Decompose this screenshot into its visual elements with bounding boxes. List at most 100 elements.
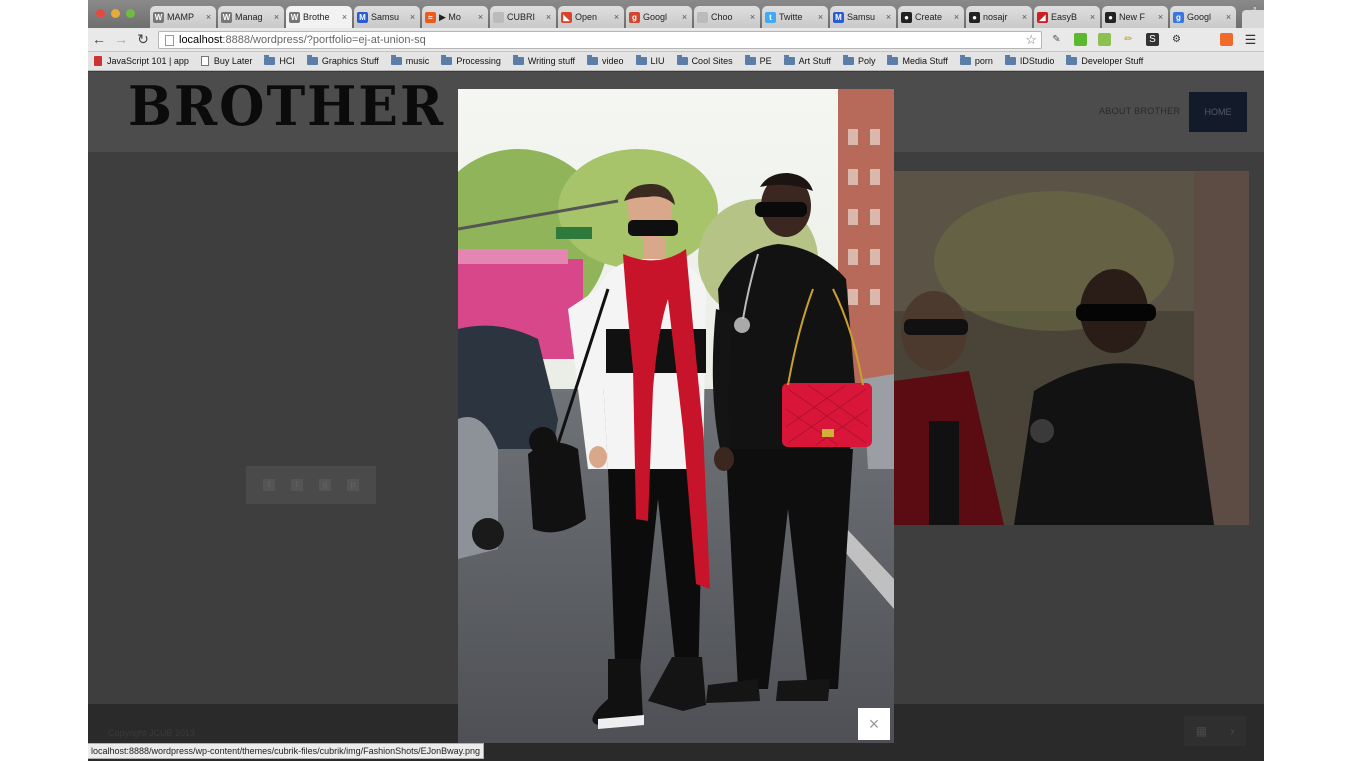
tab-title: ▶ Mo — [439, 11, 461, 22]
tab-title: Samsu — [847, 12, 876, 22]
browser-tab[interactable]: ● nosajr × — [966, 6, 1032, 28]
bookmark-item[interactable]: video — [587, 55, 624, 66]
twitter-share-icon[interactable]: t — [291, 479, 303, 491]
browser-tab[interactable]: g Googl × — [626, 6, 692, 28]
browser-tab[interactable]: ◣ Open × — [558, 6, 624, 28]
tab-close-icon[interactable]: × — [816, 12, 825, 22]
eyedropper-icon[interactable]: ✎ — [1050, 33, 1063, 46]
reload-icon[interactable]: ↻ — [135, 31, 151, 47]
tab-title: Choo — [711, 12, 733, 22]
bookmark-item[interactable]: Developer Stuff — [1066, 55, 1143, 66]
browser-tab[interactable]: W Manag × — [218, 6, 284, 28]
pinterest-share-icon[interactable]: p — [347, 479, 359, 491]
tab-close-icon[interactable]: × — [204, 12, 213, 22]
minimize-window-icon[interactable] — [111, 9, 120, 18]
nav-home-link[interactable]: HOME — [1189, 92, 1247, 132]
soundcloud-icon: ≈ — [425, 11, 436, 23]
bookmark-item[interactable]: LIU — [635, 55, 665, 66]
bookmark-label: IDStudio — [1019, 56, 1055, 66]
page-icon — [493, 11, 504, 23]
status-bar: localhost:8888/wordpress/wp-content/them… — [88, 743, 485, 759]
tab-close-icon[interactable]: × — [1224, 12, 1233, 22]
bookmark-label: LIU — [650, 56, 665, 66]
tab-close-icon[interactable]: × — [476, 12, 485, 22]
nav-about-link[interactable]: ABOUT BROTHER — [1099, 106, 1180, 116]
tab-close-icon[interactable]: × — [612, 12, 621, 22]
tab-title: Manag — [235, 12, 263, 22]
bookmark-star-icon[interactable]: ☆ — [1025, 32, 1037, 48]
folder-icon — [676, 55, 688, 65]
bookmark-item[interactable]: porn — [959, 55, 993, 66]
browser-tab[interactable]: ● New F × — [1102, 6, 1168, 28]
bookmark-item[interactable]: HCI — [264, 55, 295, 66]
browser-tab[interactable]: t Twitte × — [762, 6, 828, 28]
tab-close-icon[interactable]: × — [1088, 12, 1097, 22]
tab-close-icon[interactable]: × — [1156, 12, 1165, 22]
tab-close-icon[interactable]: × — [1020, 12, 1029, 22]
bookmark-item[interactable]: Poly — [842, 55, 875, 66]
lightbox-image[interactable] — [458, 89, 894, 743]
forward-icon[interactable]: → — [113, 31, 129, 47]
gear-icon[interactable]: ⚙ — [1170, 33, 1183, 46]
next-icon[interactable]: › — [1230, 724, 1234, 738]
browser-tab[interactable]: M Samsu × — [830, 6, 896, 28]
bookmark-item[interactable]: PE — [744, 55, 772, 66]
facebook-share-icon[interactable]: f — [263, 479, 275, 491]
bookmark-item[interactable]: Processing — [441, 55, 501, 66]
battery-icon[interactable] — [1098, 33, 1111, 46]
evernote-icon[interactable] — [1074, 33, 1087, 46]
address-bar[interactable]: localhost:8888/wordpress/?portfolio=ej-a… — [158, 31, 1042, 49]
bookmark-item[interactable]: Art Stuff — [783, 55, 831, 66]
maximize-window-icon[interactable] — [126, 9, 135, 18]
s-extension-icon[interactable]: S — [1146, 33, 1159, 46]
browser-tab[interactable]: Choo × — [694, 6, 760, 28]
back-icon[interactable]: ← — [91, 31, 107, 47]
google-icon: g — [1173, 11, 1184, 23]
close-window-icon[interactable] — [96, 9, 105, 18]
bookmark-item[interactable]: Buy Later — [200, 56, 252, 66]
browser-tab[interactable]: ≈ ▶ Mo × — [422, 6, 488, 28]
bookmark-extension-icon[interactable] — [1220, 33, 1233, 46]
browser-tab[interactable]: ● Create × — [898, 6, 964, 28]
grid-icon[interactable]: ▦ — [1196, 724, 1207, 738]
bookmark-label: Processing — [456, 56, 501, 66]
folder-icon — [264, 55, 276, 65]
twitter-icon: t — [765, 11, 776, 23]
bookmark-item[interactable]: Writing stuff — [512, 55, 575, 66]
lightbox-close-button[interactable]: × — [858, 708, 890, 740]
bookmark-item[interactable]: Graphics Stuff — [306, 55, 379, 66]
bookmark-item[interactable]: Cool Sites — [676, 55, 733, 66]
fullscreen-icon[interactable]: ⤢ — [1248, 6, 1256, 17]
tab-title: Create — [915, 12, 943, 22]
github-icon: ● — [1105, 11, 1116, 23]
bookmark-item[interactable]: IDStudio — [1004, 55, 1055, 66]
url-text[interactable]: localhost:8888/wordpress/?portfolio=ej-a… — [179, 32, 426, 48]
bookmark-item[interactable]: music — [390, 55, 429, 66]
bookmark-item[interactable]: JavaScript 101 | app — [94, 56, 189, 66]
browser-tab[interactable]: CUBRI × — [490, 6, 556, 28]
site-logo[interactable]: BROTHER — [128, 74, 445, 138]
tab-close-icon[interactable]: × — [748, 12, 757, 22]
tab-title: nosajr — [983, 12, 1008, 22]
tab-close-icon[interactable]: × — [884, 12, 893, 22]
tab-close-icon[interactable]: × — [408, 12, 417, 22]
browser-tab[interactable]: W MAMP × — [150, 6, 216, 28]
googleplus-share-icon[interactable]: g — [319, 479, 331, 491]
tab-close-icon[interactable]: × — [340, 12, 349, 22]
pencil-icon[interactable]: ✏ — [1122, 33, 1135, 46]
tab-close-icon[interactable]: × — [544, 12, 553, 22]
tab-title: CUBRI — [507, 12, 536, 22]
browser-tab[interactable]: M Samsu × — [354, 6, 420, 28]
folder-icon — [887, 55, 899, 65]
tab-close-icon[interactable]: × — [272, 12, 281, 22]
browser-tab[interactable]: ◢ EasyB × — [1034, 6, 1100, 28]
browser-tab[interactable]: g Googl × — [1170, 6, 1236, 28]
menu-icon[interactable]: ☰ — [1244, 33, 1257, 46]
javascript-bookmark-icon — [94, 56, 102, 66]
tab-strip: W MAMP × W Manag × W Brothe × M Samsu × ≈ ▶ Mo × CUBRI ×… — [88, 0, 1264, 28]
tab-title: Samsu — [371, 12, 400, 22]
tab-close-icon[interactable]: × — [952, 12, 961, 22]
bookmark-item[interactable]: Media Stuff — [887, 55, 948, 66]
tab-close-icon[interactable]: × — [680, 12, 689, 22]
browser-tab[interactable]: W Brothe × — [286, 6, 352, 28]
